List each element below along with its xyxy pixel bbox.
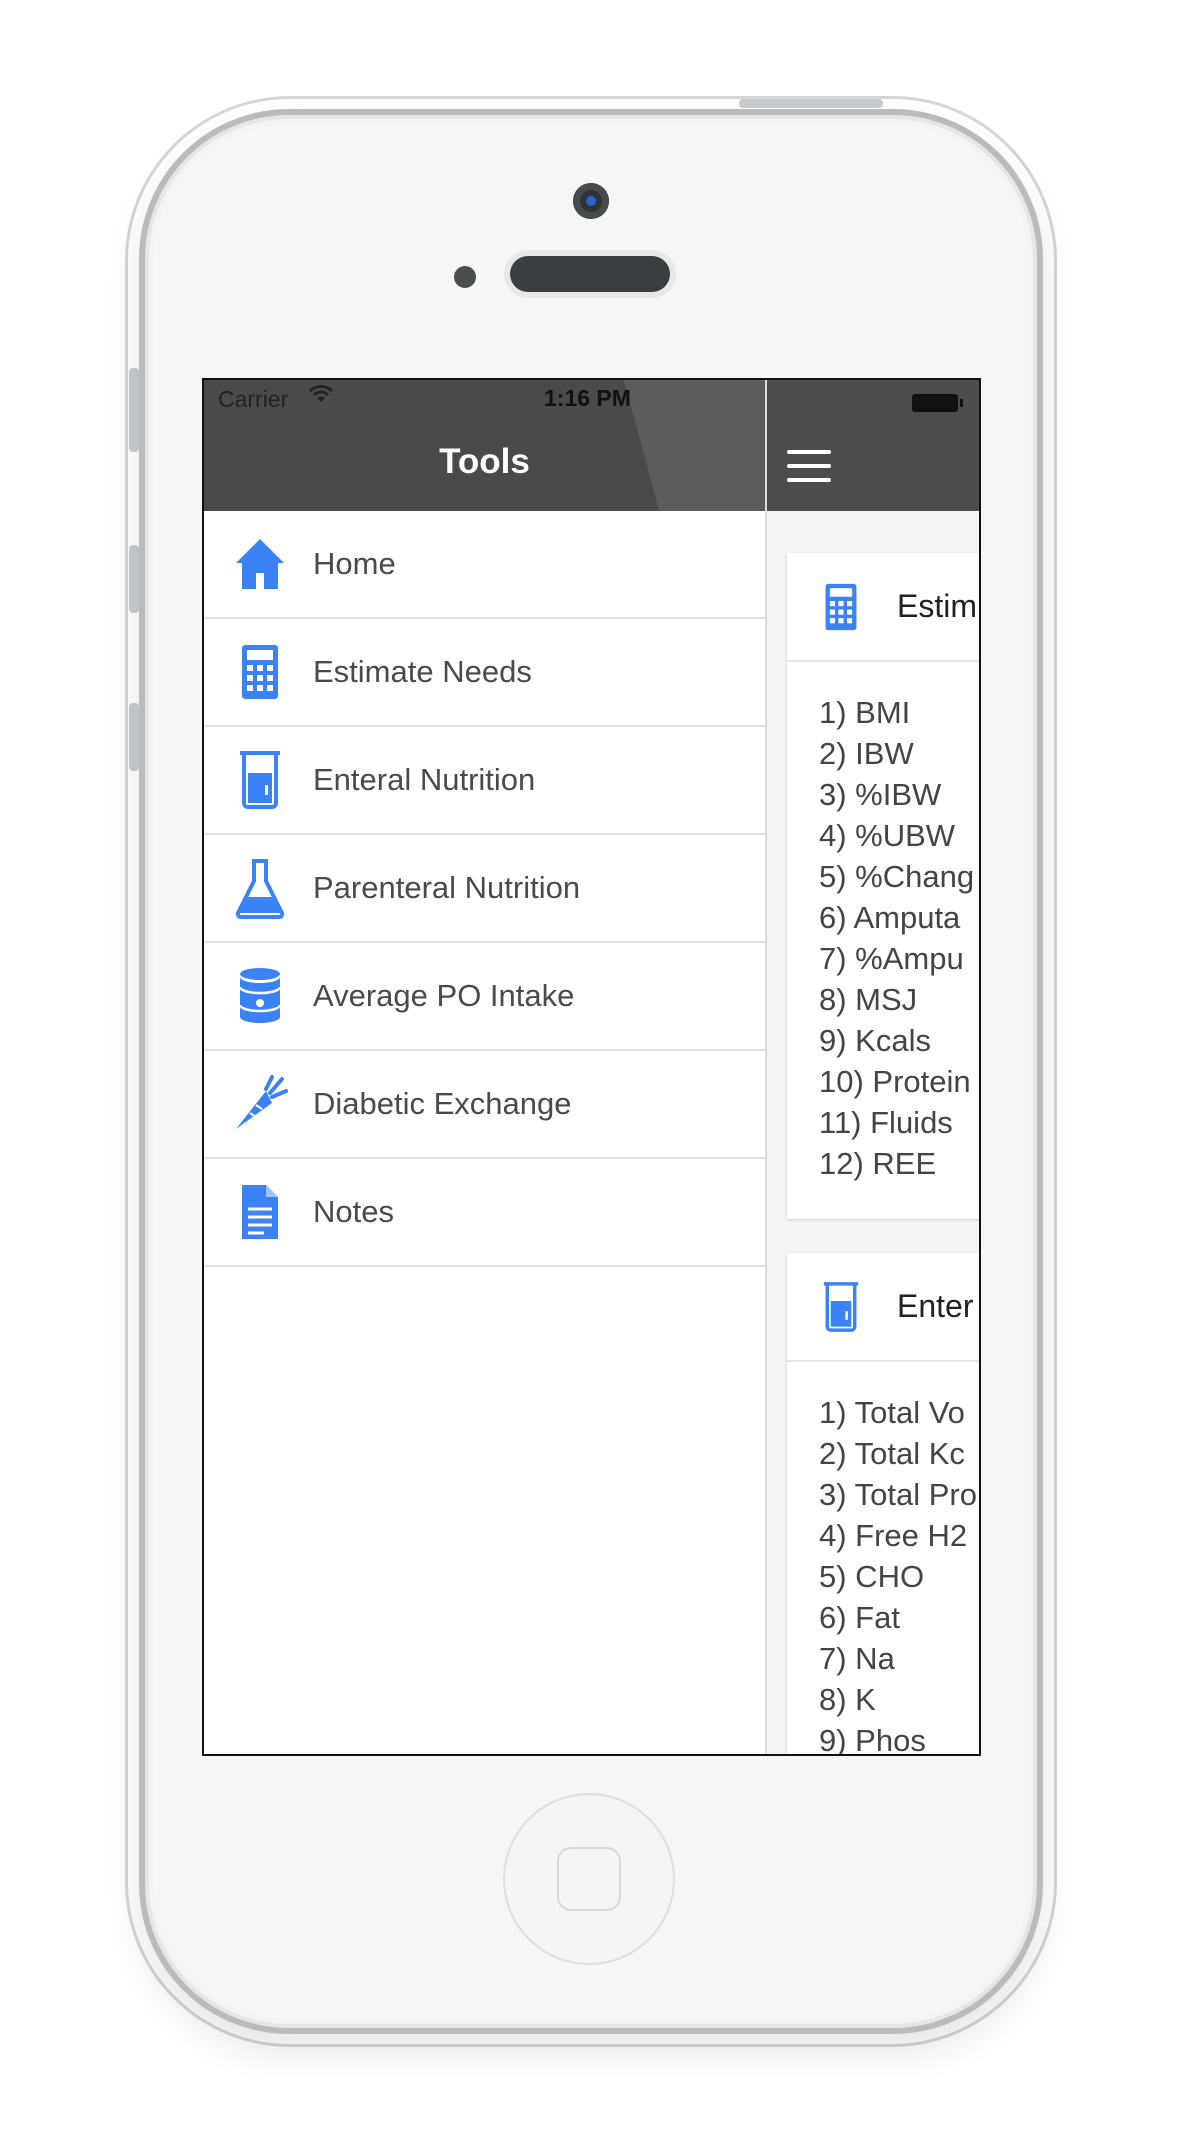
menu-item-average-po-intake[interactable]: Average PO Intake (204, 943, 765, 1051)
card-title: Estim (897, 588, 977, 624)
home-button-square (557, 1847, 621, 1911)
menu-item-label: Estimate Needs (313, 654, 532, 689)
document-icon (242, 1185, 278, 1239)
flask-icon (235, 859, 285, 919)
menu-item-label: Enteral Nutrition (313, 762, 536, 797)
calculator-icon (242, 645, 278, 699)
list-item[interactable]: 7) %Ampu (819, 938, 979, 979)
list-item[interactable]: 5) %Chang (819, 856, 979, 897)
estimate-needs-card[interactable]: Estim 1) BMI 2) IBW 3) %IBW 4) %UBW 5) %… (787, 553, 979, 1219)
status-time: 1:16 PM (544, 385, 631, 411)
enteral-nutrition-card[interactable]: Enter 1) Total Vo 2) Total Kc 3) Total P… (787, 1253, 979, 1754)
menu-item-label: Home (313, 546, 396, 581)
menu-item-label: Diabetic Exchange (313, 1086, 572, 1121)
hamburger-menu-icon[interactable] (787, 450, 831, 482)
volume-down-button (129, 703, 139, 771)
list-item[interactable]: 11) Fluids (819, 1102, 979, 1143)
wifi-icon (308, 384, 334, 412)
list-item[interactable]: 12) REE (819, 1143, 979, 1184)
drawer-header: Carrier 1:16 PM Tools (204, 380, 765, 511)
list-item[interactable]: 3) Total Pro (819, 1474, 979, 1515)
volume-up-button (129, 545, 139, 613)
calculator-icon (825, 583, 857, 631)
list-item[interactable]: 4) %UBW (819, 815, 979, 856)
menu-item-enteral-nutrition[interactable]: Enteral Nutrition (204, 727, 765, 835)
carrier-label: Carrier (218, 386, 289, 412)
carrot-icon (236, 1075, 288, 1129)
list-item[interactable]: 9) Phos (819, 1720, 979, 1754)
menu-item-label: Notes (313, 1194, 394, 1229)
navigation-drawer: Carrier 1:16 PM Tools Home Estimate Need… (204, 380, 767, 1754)
menu-item-estimate-needs[interactable]: Estimate Needs (204, 619, 765, 727)
battery-icon (912, 394, 963, 412)
list-item[interactable]: 7) Na (819, 1638, 979, 1679)
menu-item-label: Average PO Intake (313, 978, 575, 1013)
list-item[interactable]: 1) BMI (819, 692, 979, 733)
menu-item-diabetic-exchange[interactable]: Diabetic Exchange (204, 1051, 765, 1159)
list-item[interactable]: 8) MSJ (819, 979, 979, 1020)
list-item[interactable]: 10) Protein (819, 1061, 979, 1102)
menu-item-home[interactable]: Home (204, 511, 765, 619)
screen: Carrier 1:16 PM Tools Home Estimate Need… (202, 378, 981, 1756)
beaker-icon (240, 751, 280, 809)
list-item[interactable]: 2) Total Kc (819, 1433, 979, 1474)
power-button (739, 99, 883, 108)
card-title: Enter (897, 1288, 974, 1324)
list-item[interactable]: 9) Kcals (819, 1020, 979, 1061)
beaker-icon (823, 1282, 859, 1332)
front-camera (573, 183, 609, 219)
list-item[interactable]: 5) CHO (819, 1556, 979, 1597)
silent-switch (129, 368, 139, 452)
card-header: Enter (787, 1253, 979, 1362)
drawer-menu: Home Estimate Needs Enteral Nutrition Pa… (204, 511, 765, 1267)
list-item[interactable]: 8) K (819, 1679, 979, 1720)
main-header (767, 380, 979, 511)
drawer-title: Tools (439, 442, 530, 481)
home-icon (236, 539, 284, 589)
list-item[interactable]: 6) Amputa (819, 897, 979, 938)
menu-item-notes[interactable]: Notes (204, 1159, 765, 1267)
can-icon (238, 968, 282, 1023)
card-item-list: 1) BMI 2) IBW 3) %IBW 4) %UBW 5) %Chang … (787, 662, 979, 1184)
card-header: Estim (787, 553, 979, 662)
list-item[interactable]: 2) IBW (819, 733, 979, 774)
list-item[interactable]: 6) Fat (819, 1597, 979, 1638)
list-item[interactable]: 3) %IBW (819, 774, 979, 815)
proximity-sensor (454, 266, 476, 288)
card-item-list: 1) Total Vo 2) Total Kc 3) Total Pro 4) … (787, 1362, 979, 1754)
menu-item-label: Parenteral Nutrition (313, 870, 581, 905)
earpiece-speaker (510, 256, 670, 292)
list-item[interactable]: 4) Free H2 (819, 1515, 979, 1556)
menu-item-parenteral-nutrition[interactable]: Parenteral Nutrition (204, 835, 765, 943)
main-content: Estim 1) BMI 2) IBW 3) %IBW 4) %UBW 5) %… (767, 380, 979, 1754)
home-button[interactable] (503, 1793, 675, 1965)
list-item[interactable]: 1) Total Vo (819, 1392, 979, 1433)
